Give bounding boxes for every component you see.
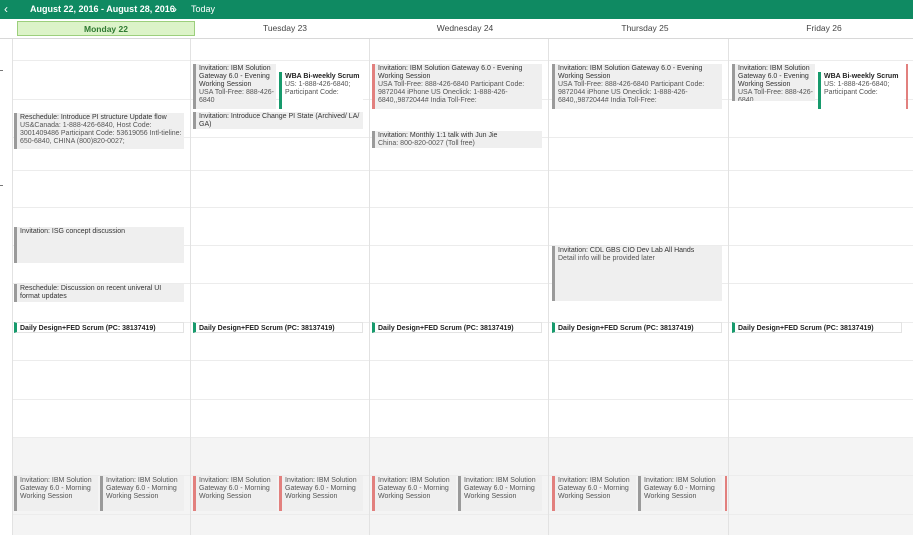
event-wed-daily-scrum[interactable]: Daily Design+FED Scrum (PC: 38137419): [372, 322, 542, 333]
day-header-thursday[interactable]: Thursday 25: [555, 19, 735, 38]
event-thu-morning-session-1[interactable]: Invitation: IBM Solution Gateway 6.0 - M…: [552, 476, 636, 511]
day-header-row: Monday 22 Tuesday 23 Wednesday 24 Thursd…: [0, 19, 913, 39]
event-wed-ibm-evening[interactable]: Invitation: IBM Solution Gateway 6.0 - E…: [372, 64, 542, 109]
event-title: Invitation: IBM Solution Gateway 6.0 - E…: [378, 65, 523, 80]
event-detail: US&Canada: 1-888-426-6840, Host Code: 30…: [20, 122, 182, 145]
date-range-label: August 22, 2016 - August 28, 2016: [30, 4, 175, 14]
previous-week-button[interactable]: ‹: [4, 2, 8, 17]
event-thu-daily-scrum[interactable]: Daily Design+FED Scrum (PC: 38137419): [552, 322, 722, 333]
week-grid[interactable]: Reschedule: Introduce PI structure Updat…: [0, 39, 913, 535]
event-mon-morning-session-2[interactable]: Invitation: IBM Solution Gateway 6.0 - M…: [100, 476, 184, 511]
hour-line: [12, 514, 913, 515]
event-title: WBA Bi-weekly Scrum: [824, 73, 899, 80]
event-tue-daily-scrum[interactable]: Daily Design+FED Scrum (PC: 38137419): [193, 322, 363, 333]
event-wed-morning-session-2[interactable]: Invitation: IBM Solution Gateway 6.0 - M…: [458, 476, 542, 511]
event-fri-ibm-evening[interactable]: Invitation: IBM Solution Gateway 6.0 - E…: [732, 64, 815, 101]
event-tue-morning-session-2[interactable]: Invitation: IBM Solution Gateway 6.0 - M…: [279, 476, 363, 511]
event-tue-ibm-evening[interactable]: Invitation: IBM Solution Gateway 6.0 - E…: [193, 64, 276, 109]
event-wed-morning-session-1[interactable]: Invitation: IBM Solution Gateway 6.0 - M…: [372, 476, 456, 511]
event-title: Reschedule: Introduce PI structure Updat…: [20, 114, 167, 121]
day-divider: [369, 39, 370, 535]
event-detail: USA Toll-Free: 888-426-6840 Participant …: [378, 81, 525, 104]
day-divider: [548, 39, 549, 535]
time-tick: [0, 185, 3, 186]
event-title: Invitation: IBM Solution Gateway 6.0 - E…: [558, 65, 703, 80]
time-tick: [0, 70, 3, 71]
event-overflow-bar: [906, 64, 908, 109]
day-divider: [728, 39, 729, 535]
event-mon-universal-ui[interactable]: Reschedule: Discussion on recent univera…: [14, 284, 184, 302]
event-fri-wba-scrum[interactable]: WBA Bi-weekly Scrum US: 1-888-426-6840; …: [818, 72, 904, 109]
day-header-wednesday[interactable]: Wednesday 24: [375, 19, 555, 38]
event-title: Invitation: ISG concept discussion: [20, 228, 126, 235]
event-overflow-bar: [725, 476, 727, 511]
event-detail: USA Toll-Free: 888-426-6840: [199, 89, 274, 104]
event-thu-cdl-all-hands[interactable]: Invitation: CDL GBS CIO Dev Lab All Hand…: [552, 246, 722, 301]
event-thu-ibm-evening[interactable]: Invitation: IBM Solution Gateway 6.0 - E…: [552, 64, 722, 109]
event-title: Invitation: IBM Solution Gateway 6.0 - E…: [738, 65, 810, 88]
event-title: Invitation: Monthly 1:1 talk with Jun Ji…: [378, 132, 498, 139]
event-mon-morning-session-1[interactable]: Invitation: IBM Solution Gateway 6.0 - M…: [14, 476, 98, 511]
event-detail: US: 1-888-426-6840; Participant Code:: [285, 81, 351, 96]
event-detail: USA Toll-Free: 888-426-6840 Participant …: [558, 81, 705, 104]
day-divider: [190, 39, 191, 535]
event-thu-morning-session-2[interactable]: Invitation: IBM Solution Gateway 6.0 - M…: [638, 476, 722, 511]
event-mon-isg[interactable]: Invitation: ISG concept discussion: [14, 227, 184, 263]
day-header-friday[interactable]: Friday 26: [735, 19, 913, 38]
hour-line: [12, 437, 913, 438]
event-detail: China: 800-820-0027 (Toll free): [378, 140, 475, 147]
next-week-button[interactable]: ›: [173, 2, 177, 17]
event-tue-morning-session-1[interactable]: Invitation: IBM Solution Gateway 6.0 - M…: [193, 476, 277, 511]
event-tue-pi-state[interactable]: Invitation: Introduce Change PI State (A…: [193, 112, 363, 129]
calendar-toolbar: ‹ August 22, 2016 - August 28, 2016 › To…: [0, 0, 913, 19]
hour-line: [12, 360, 913, 361]
event-detail: USA Toll-Free: 888-426-6840: [738, 89, 813, 101]
day-divider: [12, 39, 13, 535]
day-header-tuesday[interactable]: Tuesday 23: [195, 19, 375, 38]
event-title: Invitation: IBM Solution Gateway 6.0 - E…: [199, 65, 271, 88]
event-wed-one-on-one[interactable]: Invitation: Monthly 1:1 talk with Jun Ji…: [372, 131, 542, 148]
event-tue-wba-scrum[interactable]: WBA Bi-weekly Scrum US: 1-888-426-6840; …: [279, 72, 363, 109]
event-mon-daily-scrum[interactable]: Daily Design+FED Scrum (PC: 38137419): [14, 322, 184, 333]
event-title: Invitation: Introduce Change PI State (A…: [199, 113, 360, 128]
event-fri-daily-scrum[interactable]: Daily Design+FED Scrum (PC: 38137419): [732, 322, 902, 333]
event-title: Reschedule: Discussion on recent univera…: [20, 285, 162, 300]
day-header-monday[interactable]: Monday 22: [17, 21, 195, 36]
event-detail: Detail info will be provided later: [558, 255, 655, 262]
hour-line: [12, 170, 913, 171]
event-mon-pi-reschedule[interactable]: Reschedule: Introduce PI structure Updat…: [14, 113, 184, 149]
today-button[interactable]: Today: [191, 3, 215, 16]
hour-line: [12, 399, 913, 400]
event-detail: US: 1-888-426-6840; Participant Code:: [824, 81, 890, 96]
hour-line: [12, 207, 913, 208]
hour-line: [12, 60, 913, 61]
event-title: WBA Bi-weekly Scrum: [285, 73, 360, 80]
event-title: Invitation: CDL GBS CIO Dev Lab All Hand…: [558, 247, 695, 254]
